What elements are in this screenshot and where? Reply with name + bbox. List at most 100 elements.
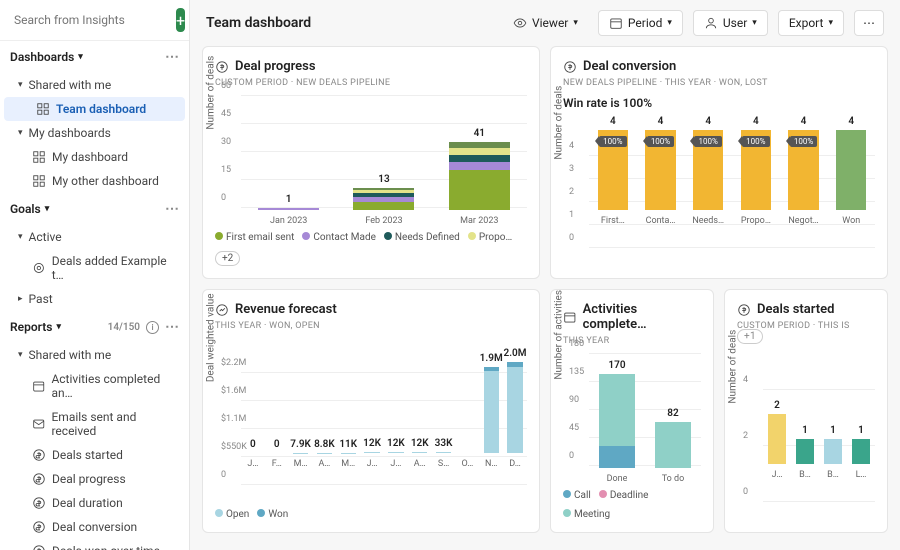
viewer-dropdown[interactable]: Viewer▾ (503, 11, 588, 35)
user-dropdown[interactable]: User▾ (693, 10, 768, 36)
eye-icon (513, 16, 527, 30)
chevron-down-icon: ▾ (78, 52, 83, 62)
legend-item[interactable]: Call (563, 490, 591, 501)
legend-item[interactable]: Contact Made (302, 232, 376, 243)
bar[interactable]: 4100%Propo… (732, 116, 780, 226)
bar[interactable]: 170Done (589, 360, 645, 484)
team-dashboard-item[interactable]: Team dashboard (4, 97, 185, 121)
more-button[interactable]: ⋯ (854, 10, 884, 36)
dashboards-header[interactable]: Dashboards ▾ ⋯ (0, 41, 189, 73)
bar[interactable]: 11KM… (336, 439, 360, 470)
chart-activities: 04590135180Number of activities170Done82… (563, 354, 701, 484)
legend-item[interactable]: Won (257, 509, 288, 520)
page-title: Team dashboard (206, 15, 311, 31)
my-dashboards-group[interactable]: ▾My dashboards (0, 121, 189, 145)
dollar-icon (32, 472, 46, 486)
goals-menu[interactable]: ⋯ (165, 201, 179, 217)
bar[interactable]: 1B… (791, 425, 819, 480)
bar[interactable]: 0J… (241, 439, 265, 469)
legend-more[interactable]: +2 (215, 251, 240, 266)
win-rate: Win rate is 100% (563, 96, 875, 110)
grid-icon (36, 102, 50, 116)
sidebar: + Dashboards ▾ ⋯ ▾Shared with me Team da… (0, 0, 190, 550)
chart-revenue-forecast: 0$550K$1.1M$1.6M$2.2MDeal weighted value… (215, 339, 527, 503)
dollar-icon (737, 303, 751, 317)
chart-deal-conversion: 01234Number of deals4100%First…4100%Cont… (563, 116, 875, 266)
bar[interactable]: 13Feb 2023 (336, 174, 431, 226)
search-input[interactable] (14, 13, 170, 27)
bar[interactable]: 0F… (265, 439, 289, 469)
report-emails[interactable]: Emails sent and received (0, 405, 189, 443)
reports-header[interactable]: Reports ▾ 14/150 i ⋯ (0, 311, 189, 343)
dollar-icon (32, 520, 46, 534)
shared-with-me[interactable]: ▾Shared with me (0, 73, 189, 97)
user-icon (704, 16, 718, 30)
bar[interactable]: 2J… (763, 400, 791, 480)
report-deal-duration[interactable]: Deal duration (0, 491, 189, 515)
bar[interactable]: 1.9MN… (479, 353, 503, 469)
bar[interactable]: 4100%Negot… (780, 116, 828, 226)
report-deals-won[interactable]: Deals won over time (0, 539, 189, 550)
deals-added-goal[interactable]: Deals added Example t… (0, 249, 189, 287)
reports-menu[interactable]: ⋯ (165, 319, 179, 335)
goals-header[interactable]: Goals ▾ ⋯ (0, 193, 189, 225)
my-other-dashboard-item[interactable]: My other dashboard (0, 169, 189, 193)
card-deal-progress: Deal progress CUSTOM PERIOD · NEW DEALS … (202, 46, 540, 279)
legend-item[interactable]: Meeting (563, 509, 610, 520)
calendar-icon (32, 379, 45, 393)
dashboards-menu[interactable]: ⋯ (165, 49, 179, 65)
report-deal-conversion[interactable]: Deal conversion (0, 515, 189, 539)
past-goals[interactable]: ▸Past (0, 287, 189, 311)
calendar-icon (609, 16, 623, 30)
bar[interactable]: 1Jan 2023 (241, 194, 336, 226)
report-deals-started[interactable]: Deals started (0, 443, 189, 467)
main: Team dashboard Viewer▾ Period▾ User▾ Exp… (190, 0, 900, 550)
period-dropdown[interactable]: Period▾ (598, 10, 683, 36)
dollar-icon (563, 60, 577, 74)
bar[interactable]: 12KJ… (360, 438, 384, 469)
export-button[interactable]: Export▾ (778, 10, 844, 36)
legend-item[interactable]: Propo… (468, 232, 512, 243)
bar[interactable]: 8.8KA… (312, 439, 336, 469)
topbar: Team dashboard Viewer▾ Period▾ User▾ Exp… (190, 0, 900, 46)
bar[interactable]: 82To do (645, 408, 701, 484)
bar[interactable]: 4Won (827, 116, 875, 226)
legend-item[interactable]: Deadline (599, 490, 649, 501)
bar[interactable]: 41Mar 2023 (432, 128, 527, 226)
reports-shared[interactable]: ▾Shared with me (0, 343, 189, 367)
my-dashboard-item[interactable]: My dashboard (0, 145, 189, 169)
more-filters[interactable]: +1 (737, 329, 763, 344)
add-button[interactable]: + (176, 8, 185, 32)
calendar-icon (563, 310, 577, 324)
chart-deals-started: 024Number of deals2J…1B…1B…1L… (737, 350, 875, 520)
chart-deal-progress: 015304560Number of deals1Jan 202313Feb 2… (215, 96, 527, 226)
dollar-icon (32, 448, 46, 462)
bar[interactable]: O… (455, 450, 479, 469)
bar[interactable]: 12KA… (408, 438, 432, 469)
mail-icon (32, 417, 45, 431)
bar[interactable]: 1L… (847, 425, 875, 480)
forecast-icon (215, 303, 229, 317)
bar[interactable]: 4100%Needs… (684, 116, 732, 226)
card-deal-conversion: Deal conversion NEW DEALS PIPELINE · THI… (550, 46, 888, 279)
bar[interactable]: 2.0MD… (503, 348, 527, 469)
active-goals[interactable]: ▾Active (0, 225, 189, 249)
bar[interactable]: 33KS… (432, 438, 456, 470)
info-icon[interactable]: i (146, 321, 159, 334)
target-icon (32, 261, 46, 275)
bar[interactable]: 1B… (819, 425, 847, 480)
dollar-icon (32, 544, 46, 550)
dollar-icon (215, 60, 229, 74)
bar[interactable]: 4100%Conta… (637, 116, 685, 226)
report-deal-progress[interactable]: Deal progress (0, 467, 189, 491)
reports-count: 14/150 (108, 322, 140, 333)
legend-item[interactable]: Needs Defined (384, 232, 460, 243)
bar[interactable]: 12KJ… (384, 438, 408, 469)
card-activities: Activities complete… THIS YEAR 045901351… (550, 289, 714, 533)
bar[interactable]: 7.9KM… (289, 439, 313, 469)
bar[interactable]: 4100%First… (589, 116, 637, 226)
legend-item[interactable]: First email sent (215, 232, 294, 243)
report-activities[interactable]: Activities completed an… (0, 367, 189, 405)
legend-item[interactable]: Open (215, 509, 249, 520)
card-deals-started: Deals started CUSTOM PERIOD · THIS IS +1… (724, 289, 888, 533)
